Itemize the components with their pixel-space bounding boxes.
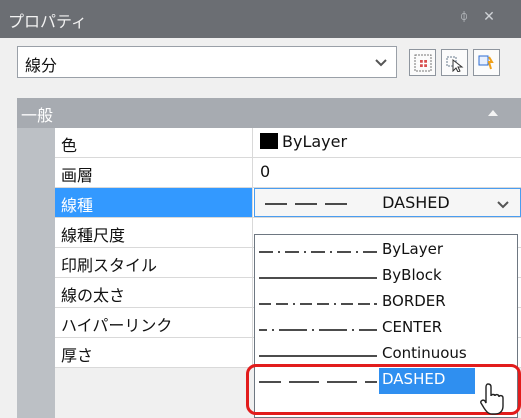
- property-label: 線種尺度: [55, 218, 253, 247]
- linetype-option-label: Continuous: [382, 344, 467, 362]
- section-general[interactable]: 一般: [17, 98, 521, 128]
- border-line-icon: [259, 303, 377, 305]
- property-label: 線種: [55, 188, 253, 217]
- property-value-color[interactable]: ByLayer: [254, 128, 521, 157]
- chevron-down-icon: [374, 53, 388, 71]
- section-title: 一般: [21, 106, 54, 125]
- linetype-select[interactable]: DASHED: [254, 188, 521, 217]
- window-title: プロパティ: [8, 12, 88, 31]
- chevron-down-icon[interactable]: [496, 199, 510, 211]
- dashdot-line-icon: [259, 251, 377, 253]
- select-objects-icon: [446, 56, 464, 72]
- linetype-option-border[interactable]: BORDER: [255, 290, 517, 316]
- dashed-line-icon: [265, 202, 347, 205]
- property-label: 線の太さ: [55, 278, 253, 307]
- linetype-option-byblock[interactable]: ByBlock: [255, 264, 517, 290]
- quick-select-icon: [478, 55, 494, 70]
- quick-select-button[interactable]: [473, 49, 500, 76]
- color-value: ByLayer: [282, 132, 348, 151]
- property-label: 色: [55, 128, 253, 157]
- linetype-option-label: ByLayer: [382, 240, 443, 258]
- property-gutter: [17, 128, 55, 418]
- pickadd-icon: [414, 54, 432, 72]
- solid-line-icon: [259, 277, 377, 279]
- select-objects-button[interactable]: [441, 49, 468, 76]
- property-row-linetype[interactable]: 線種 DASHED: [55, 188, 521, 218]
- object-type-select[interactable]: 線分: [17, 46, 397, 78]
- property-label: 厚さ: [55, 338, 253, 367]
- pin-icon[interactable]: ᛰ: [453, 10, 475, 28]
- property-label: 画層: [55, 158, 253, 187]
- property-row-layer[interactable]: 画層 0: [55, 158, 521, 188]
- linetype-option-center[interactable]: CENTER: [255, 316, 517, 342]
- linetype-option-label: CENTER: [382, 318, 443, 336]
- center-line-icon: [259, 329, 377, 331]
- object-type-value: 線分: [25, 56, 58, 75]
- linetype-option-label: BORDER: [382, 292, 446, 310]
- linetype-option-bylayer[interactable]: ByLayer: [255, 238, 517, 264]
- solid-line-icon: [259, 355, 377, 357]
- linetype-option-label: ByBlock: [382, 266, 442, 284]
- close-icon[interactable]: ✕: [478, 9, 500, 29]
- property-label: ハイパーリンク: [55, 308, 253, 337]
- hand-cursor-icon: [480, 383, 504, 415]
- property-value-layer[interactable]: 0: [254, 158, 521, 187]
- toggle-pickadd-button[interactable]: [409, 49, 436, 76]
- linetype-value: DASHED: [382, 193, 450, 212]
- property-label: 印刷スタイル: [55, 248, 253, 277]
- color-swatch: [260, 133, 278, 149]
- collapse-arrow-icon[interactable]: [488, 110, 498, 116]
- title-bar: プロパティ ᛰ ✕: [0, 0, 521, 38]
- property-row-color[interactable]: 色 ByLayer: [55, 128, 521, 158]
